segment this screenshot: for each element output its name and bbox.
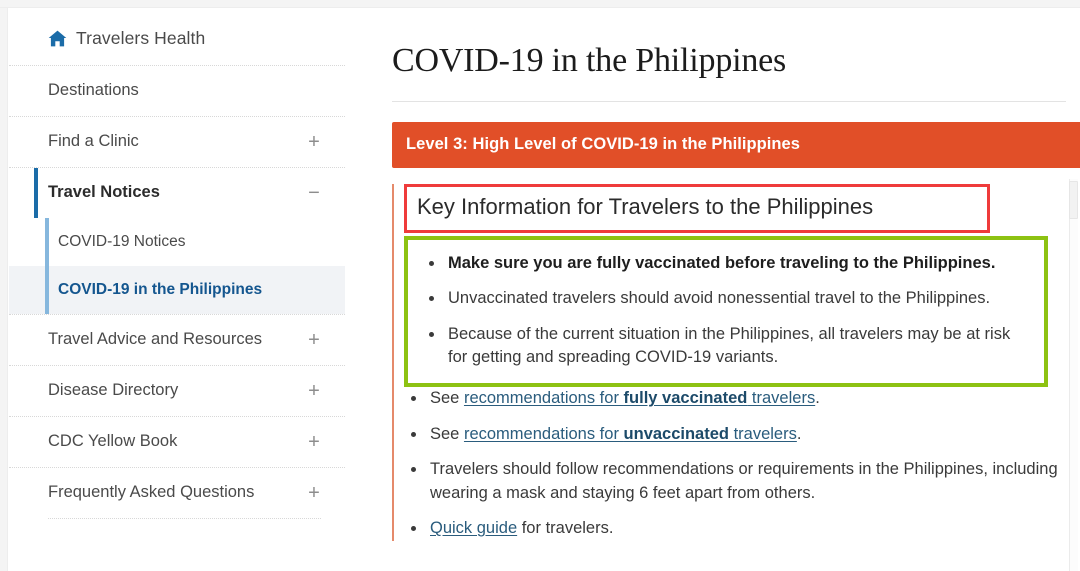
alert-level-banner: Level 3: High Level of COVID-19 in the P… (392, 122, 1080, 169)
plus-icon[interactable]: + (307, 132, 321, 152)
sidebar-item-find-a-clinic[interactable]: Find a Clinic + (9, 116, 345, 167)
sidebar-subnav-travel-notices: COVID-19 Notices COVID-19 in the Philipp… (9, 218, 345, 314)
vertical-scrollbar-thumb[interactable] (1069, 181, 1078, 219)
sidebar-home-label: Travelers Health (76, 28, 206, 48)
list-item: Quick guide for travelers. (404, 517, 1068, 540)
plus-icon[interactable]: + (307, 432, 321, 452)
sidebar-item-label: Disease Directory (48, 381, 179, 400)
list-item: See recommendations for fully vaccinated… (404, 387, 1068, 410)
content-link[interactable]: recommendations for (464, 425, 624, 443)
key-information-heading: Key Information for Travelers to the Phi… (404, 184, 990, 233)
page-root: Travelers Health Destinations Find a Cli… (0, 0, 1080, 571)
content-link[interactable]: travelers (729, 425, 797, 443)
sidebar-item-frequently-asked-questions[interactable]: Frequently Asked Questions + (9, 467, 345, 518)
content-link[interactable]: fully vaccinated (624, 389, 748, 407)
page-title: COVID-19 in the Philippines (392, 42, 787, 79)
sidebar-item-travel-notices[interactable]: Travel Notices − (9, 167, 345, 218)
page-left-margin (0, 0, 8, 571)
sidebar-item-label: Find a Clinic (48, 132, 139, 151)
main-content: COVID-19 in the Philippines Level 3: Hig… (392, 9, 1080, 571)
list-item: Make sure you are fully vaccinated befor… (422, 252, 1028, 275)
sidebar-subitem-label: COVID-19 Notices (58, 233, 186, 250)
page-top-margin (0, 0, 1080, 8)
sidebar-bottom-divider (48, 518, 321, 519)
sidebar-item-label: Destinations (48, 81, 139, 100)
list-item: See recommendations for unvaccinated tra… (404, 423, 1068, 446)
list-item: Unvaccinated travelers should avoid none… (422, 287, 1028, 310)
content-link[interactable]: recommendations for (464, 389, 624, 407)
sidebar-item-label: Travel Advice and Resources (48, 330, 262, 349)
key-information-highlight-box: Make sure you are fully vaccinated befor… (404, 235, 1048, 388)
sidebar-item-destinations[interactable]: Destinations (9, 65, 345, 116)
sidebar-subitem-covid-19-in-the-philippines[interactable]: COVID-19 in the Philippines (9, 266, 345, 314)
home-icon (48, 30, 67, 47)
plus-icon[interactable]: + (307, 381, 321, 401)
plus-icon[interactable]: + (307, 330, 321, 350)
sidebar-item-label: Frequently Asked Questions (48, 483, 255, 502)
sidebar-item-cdc-yellow-book[interactable]: CDC Yellow Book + (9, 416, 345, 467)
minus-icon[interactable]: − (307, 183, 321, 203)
sidebar-item-disease-directory[interactable]: Disease Directory + (9, 365, 345, 416)
content-link[interactable]: unvaccinated (624, 425, 729, 443)
vertical-scrollbar-track[interactable] (1069, 179, 1078, 571)
list-item: Travelers should follow recommendations … (404, 458, 1068, 505)
sidebar-item-travel-advice-and-resources[interactable]: Travel Advice and Resources + (9, 314, 345, 365)
content-link[interactable]: travelers (747, 389, 815, 407)
plus-icon[interactable]: + (307, 483, 321, 503)
list-item: Because of the current situation in the … (422, 323, 1028, 370)
sidebar-item-label: CDC Yellow Book (48, 432, 178, 451)
key-information-list: Make sure you are fully vaccinated befor… (422, 252, 1028, 370)
sidebar-subitem-covid-19-notices[interactable]: COVID-19 Notices (9, 218, 345, 266)
sidebar-item-label: Travel Notices (48, 183, 160, 202)
recommendations-list: See recommendations for fully vaccinated… (404, 387, 1068, 540)
title-divider (392, 101, 1066, 103)
sidebar-subitem-label: COVID-19 in the Philippines (58, 281, 263, 298)
sidebar-item-travelers-health[interactable]: Travelers Health (9, 9, 345, 65)
content-link[interactable]: Quick guide (430, 519, 517, 537)
notice-body: Key Information for Travelers to the Phi… (392, 184, 1068, 541)
sidebar: Travelers Health Destinations Find a Cli… (9, 9, 345, 519)
